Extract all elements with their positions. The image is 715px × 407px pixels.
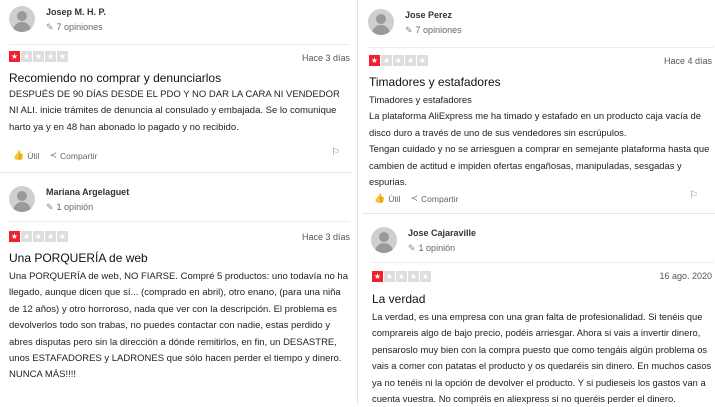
star-icon: ★ xyxy=(21,231,32,242)
star-rating: ★ ★ ★ ★ ★ xyxy=(369,55,428,66)
thumbs-up-icon: 👍 xyxy=(374,193,386,203)
reviewer: Jose Perez ✎ 7 opiniones xyxy=(368,9,462,36)
star-icon: ★ xyxy=(9,51,20,62)
review-body: Timadores y estafadores La plataforma Al… xyxy=(369,92,714,190)
review-body: La verdad, es una empresa con una gran f… xyxy=(372,309,715,407)
star-icon: ★ xyxy=(9,231,20,242)
thumbs-up-icon: 👍 xyxy=(13,150,25,160)
share-button[interactable]: ≺ Compartir xyxy=(411,193,459,204)
reviewer: Josep M. H. P. ✎ 7 opiniones xyxy=(9,6,106,33)
review-count: 1 opinión xyxy=(418,243,456,253)
star-icon: ★ xyxy=(405,55,416,66)
star-rating: ★ ★ ★ ★ ★ xyxy=(9,231,68,242)
review-count: 1 opinión xyxy=(56,202,94,212)
review-title[interactable]: Timadores y estafadores xyxy=(369,75,714,89)
review-actions: 👍 Útil ≺ Compartir xyxy=(374,193,468,204)
star-icon: ★ xyxy=(393,55,404,66)
star-icon: ★ xyxy=(420,271,431,282)
review-title[interactable]: Una PORQUERÍA de web xyxy=(9,251,349,265)
column-divider xyxy=(357,0,358,405)
star-icon: ★ xyxy=(372,271,383,282)
star-rating: ★ ★ ★ ★ ★ xyxy=(9,51,68,62)
review-paragraph: DESPUÉS DE 90 DÍAS DESDE EL PDO Y NO DAR… xyxy=(9,89,340,133)
star-icon: ★ xyxy=(57,51,68,62)
review-paragraph: Tengan cuidado y no se arriesguen a comp… xyxy=(369,143,710,188)
star-icon: ★ xyxy=(45,51,56,62)
card-divider xyxy=(362,213,715,214)
review-count: 7 opiniones xyxy=(415,25,462,35)
separator xyxy=(9,221,350,222)
review-paragraph: Una PORQUERÍA de web, NO FIARSE. Compré … xyxy=(9,271,348,381)
star-icon: ★ xyxy=(21,51,32,62)
star-icon: ★ xyxy=(33,51,44,62)
avatar[interactable] xyxy=(9,186,35,212)
useful-button[interactable]: 👍 Útil xyxy=(374,193,401,204)
review-title[interactable]: Recomiendo no comprar y denunciarlos xyxy=(9,71,349,85)
avatar[interactable] xyxy=(368,9,394,35)
star-icon: ★ xyxy=(381,55,392,66)
pencil-icon: ✎ xyxy=(46,202,54,212)
reviewer: Jose Cajaraville ✎ 1 opinión xyxy=(371,227,476,254)
star-icon: ★ xyxy=(45,231,56,242)
flag-icon[interactable]: ⚐ xyxy=(331,147,340,158)
pencil-icon: ✎ xyxy=(405,25,413,35)
review-count: 7 opiniones xyxy=(56,22,103,32)
star-icon: ★ xyxy=(384,271,395,282)
avatar[interactable] xyxy=(9,6,35,32)
star-icon: ★ xyxy=(417,55,428,66)
useful-button[interactable]: 👍 Útil xyxy=(13,150,40,161)
separator xyxy=(371,262,714,263)
share-button[interactable]: ≺ Compartir xyxy=(50,150,98,161)
review-paragraph: La verdad, es una empresa con una gran f… xyxy=(372,311,712,405)
review-body: Una PORQUERÍA de web, NO FIARSE. Compré … xyxy=(9,269,353,384)
review-date: Hace 4 días xyxy=(663,56,712,66)
review-date: Hace 3 días xyxy=(301,232,350,242)
pencil-icon: ✎ xyxy=(408,243,416,253)
reviewer-name[interactable]: Jose Perez xyxy=(405,9,462,21)
star-icon: ★ xyxy=(408,271,419,282)
reviewer-name[interactable]: Mariana Argelaguet xyxy=(46,186,129,198)
star-icon: ★ xyxy=(57,231,68,242)
reviewer: Mariana Argelaguet ✎ 1 opinión xyxy=(9,186,129,213)
separator xyxy=(9,44,350,45)
avatar[interactable] xyxy=(371,227,397,253)
share-icon: ≺ xyxy=(49,150,58,160)
reviewer-name[interactable]: Josep M. H. P. xyxy=(46,6,106,18)
review-paragraph: Timadores y estafadores xyxy=(369,94,472,105)
star-icon: ★ xyxy=(33,231,44,242)
reviewer-name[interactable]: Jose Cajaraville xyxy=(408,227,476,239)
review-body: DESPUÉS DE 90 DÍAS DESDE EL PDO Y NO DAR… xyxy=(9,87,349,136)
star-icon: ★ xyxy=(369,55,380,66)
review-date: Hace 3 días xyxy=(301,53,350,63)
pencil-icon: ✎ xyxy=(46,22,54,32)
review-title[interactable]: La verdad xyxy=(372,292,714,306)
review-date: 16 ago. 2020 xyxy=(659,271,712,281)
star-rating: ★ ★ ★ ★ ★ xyxy=(372,271,431,282)
flag-icon[interactable]: ⚐ xyxy=(689,190,698,201)
separator xyxy=(368,47,714,48)
review-paragraph: La plataforma AliExpress me ha timado y … xyxy=(369,110,701,138)
share-icon: ≺ xyxy=(410,193,419,203)
card-divider xyxy=(0,172,352,173)
star-icon: ★ xyxy=(396,271,407,282)
review-actions: 👍 Útil ≺ Compartir xyxy=(13,150,107,161)
